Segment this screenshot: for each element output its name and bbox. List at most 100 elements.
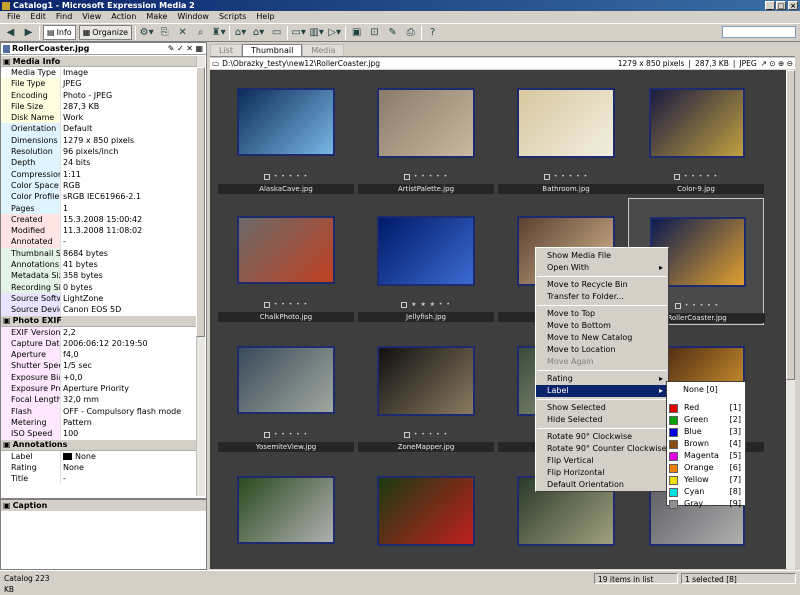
stars[interactable]: • • • • • — [414, 431, 448, 438]
info-row[interactable]: Annotations Size41 bytes — [1, 259, 197, 271]
context-menu-item[interactable]: Rotate 90° Clockwise — [536, 431, 668, 443]
info-row[interactable]: File Type JPEG — [1, 78, 197, 90]
context-menu-item[interactable]: Default Orientation — [536, 479, 668, 491]
info-row[interactable]: EXIF Version 2,2 — [1, 326, 197, 338]
info-row[interactable]: Source DeviceCanon EOS 5D — [1, 304, 197, 316]
info-row[interactable]: File Size 287,3 KB — [1, 100, 197, 113]
stars[interactable]: • • • • • — [685, 302, 719, 309]
context-menu-item[interactable]: Flip Vertical — [536, 455, 668, 467]
label-menu-item[interactable]: None [0] — [667, 384, 745, 396]
rating-stars[interactable]: • • • • • — [358, 431, 494, 438]
rating-stars[interactable]: • • • • • — [628, 173, 764, 180]
info-row[interactable]: Color Profile sRGB IEC61966-2.1 — [1, 191, 197, 203]
panel-tools[interactable]: ✎ ✓ ✕ ▦ — [168, 44, 203, 53]
info-row[interactable]: Disk Name Work — [1, 112, 197, 124]
context-menu-item[interactable]: Transfer to Folder... — [536, 291, 668, 303]
select-checkbox[interactable] — [263, 301, 270, 308]
image-icon[interactable]: ▣ — [349, 25, 364, 40]
organize-button[interactable]: ▦ Organize — [78, 25, 133, 40]
thumbnail-item[interactable]: ★ ★ ★ • • Jellyfish.jpg — [358, 198, 494, 325]
info-row[interactable]: Thumbnail Size8684 bytes — [1, 247, 197, 260]
label-menu-item[interactable]: Red [1] — [667, 402, 745, 414]
stamp-icon[interactable]: ♜▾ — [211, 25, 226, 40]
stars[interactable]: • • • • • — [274, 431, 308, 438]
menu-action[interactable]: Action — [106, 11, 141, 23]
play-icon[interactable]: ▷▾ — [327, 25, 342, 40]
context-menu-item[interactable]: Label ▸ — [536, 385, 668, 397]
context-menu-item[interactable]: Move to Location — [536, 344, 668, 356]
menu-find[interactable]: Find — [51, 11, 77, 23]
info-row[interactable]: Focal Length 32,0 mm — [1, 394, 197, 406]
grid-scroll-thumb[interactable] — [786, 70, 795, 380]
thumbnail-image[interactable] — [377, 346, 475, 416]
import-icon[interactable]: ⎘ — [157, 25, 172, 40]
stars[interactable]: • • • • • — [684, 173, 718, 180]
label-menu-item[interactable]: Orange [6] — [667, 462, 745, 474]
info-row[interactable]: Resolution 96 pixels/inch — [1, 146, 197, 158]
info-row[interactable]: Orientation Default — [1, 123, 197, 135]
context-menu-item[interactable]: Move to Top — [536, 308, 668, 320]
info-row[interactable]: Shutter Speed1/5 sec — [1, 360, 197, 372]
rating-stars[interactable]: • • • • • — [498, 173, 634, 180]
printer-icon[interactable]: ⎙ — [403, 25, 418, 40]
thumbnail-image[interactable] — [237, 476, 335, 544]
context-menu-item[interactable]: Move to Bottom — [536, 320, 668, 332]
menu-file[interactable]: File — [2, 11, 25, 23]
label-menu-item[interactable]: Green [2] — [667, 414, 745, 426]
thumbnail-item[interactable]: • • • • • YosemiteView.jpg — [218, 328, 354, 455]
tab-list[interactable]: List — [210, 44, 242, 56]
info-row[interactable]: Pages 1 — [1, 202, 197, 214]
context-menu-item[interactable]: Show Media File — [536, 250, 668, 262]
zoom-tools-icon[interactable]: ↗ ⊙ ⊕ ⊖ — [761, 59, 793, 68]
section-photo-exif[interactable]: ▣ Photo EXIF — [1, 315, 197, 327]
thumbnail-item[interactable]: • • • • • ChalkPhoto.jpg — [218, 198, 354, 325]
info-row[interactable]: Dimensions 1279 x 850 pixels — [1, 134, 197, 147]
info-row[interactable]: Exposure Bias+0,0 — [1, 371, 197, 384]
rating-stars[interactable]: ★ ★ ★ • • — [358, 301, 494, 308]
thumbnail-image[interactable] — [237, 346, 335, 414]
menu-window[interactable]: Window — [172, 11, 214, 23]
stars[interactable]: • • • • • — [554, 173, 588, 180]
info-row[interactable]: Depth 24 bits — [1, 157, 197, 169]
search-input[interactable] — [722, 26, 796, 38]
context-menu-item[interactable]: Rotate 90° Counter Clockwise — [536, 443, 668, 455]
pencil-icon[interactable]: ✎ — [385, 25, 400, 40]
select-checkbox[interactable] — [674, 302, 681, 309]
thumbnail-image[interactable] — [237, 216, 335, 284]
menu-view[interactable]: View — [77, 11, 106, 23]
context-menu-item[interactable]: Flip Horizontal — [536, 467, 668, 479]
info-row[interactable]: Capture Date 2006:06:12 20:19:50 — [1, 337, 197, 350]
info-row[interactable]: Recording Size0 bytes — [1, 281, 197, 293]
stars[interactable]: • • • • • — [274, 173, 308, 180]
thumbnail-image[interactable] — [517, 88, 615, 158]
thumbnail-item[interactable] — [358, 458, 494, 569]
maximize-button[interactable]: □ — [776, 1, 786, 10]
label-menu-item[interactable]: Cyan [8] — [667, 486, 745, 498]
info-row[interactable]: Compression 1:11 — [1, 168, 197, 180]
thumbnail-item[interactable]: • • • • • Bathroom.jpg — [498, 70, 634, 197]
section-annotations[interactable]: ▣ Annotations — [1, 439, 197, 451]
info-row[interactable]: Metadata Size358 bytes — [1, 270, 197, 282]
minimize-button[interactable]: _ — [765, 1, 775, 10]
info-row[interactable]: Color Space RGB — [1, 179, 197, 192]
info-row[interactable]: Flash OFF - Compulsory flash mode — [1, 405, 197, 417]
thumbnail-item[interactable] — [218, 458, 354, 569]
panel-scroll-thumb[interactable] — [196, 67, 205, 337]
label-menu-item[interactable]: Yellow [7] — [667, 474, 745, 486]
menu-scripts[interactable]: Scripts — [214, 11, 251, 23]
tab-thumbnail[interactable]: Thumbnail — [241, 44, 303, 56]
view-icon[interactable]: ▭▾ — [291, 25, 306, 40]
stars[interactable]: • • • • • — [274, 301, 308, 308]
context-menu-item[interactable]: Move to New Catalog — [536, 332, 668, 344]
info-row[interactable]: Exposure Prog...Aperture Priority — [1, 383, 197, 395]
section-media-info[interactable]: ▣ Media Info — [1, 56, 197, 67]
context-menu-item[interactable]: Hide Selected — [536, 414, 668, 426]
info-row[interactable]: Annotated - — [1, 236, 197, 248]
info-row[interactable]: Label None — [1, 450, 197, 462]
thumbnail-item[interactable]: • • • • • AlaskaCave.jpg — [218, 70, 354, 197]
rating-stars[interactable]: • • • • • — [218, 431, 354, 438]
menu-make[interactable]: Make — [141, 11, 172, 23]
select-checkbox[interactable] — [403, 431, 410, 438]
context-menu-item[interactable]: Move to Recycle Bin — [536, 279, 668, 291]
info-row[interactable]: Modified 11.3.2008 11:08:02 — [1, 225, 197, 237]
